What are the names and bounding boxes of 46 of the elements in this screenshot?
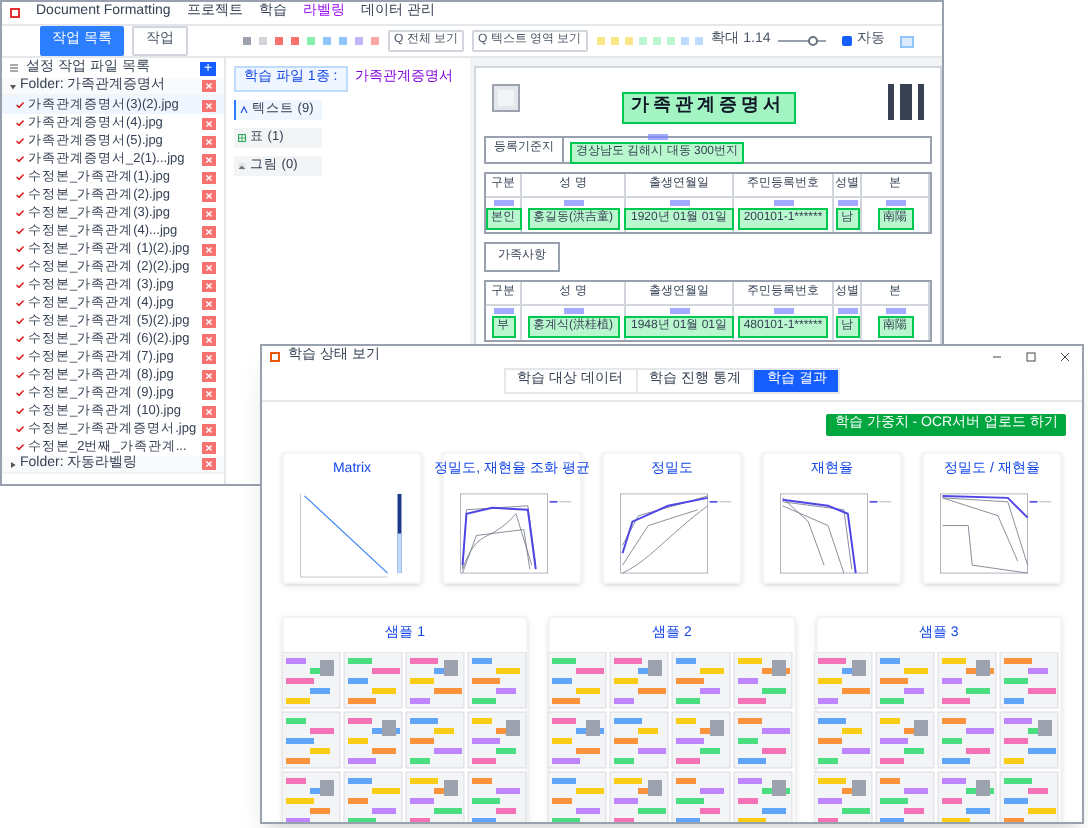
delete-icon xyxy=(202,405,216,417)
label-tag xyxy=(837,199,857,205)
delete-icon xyxy=(202,423,216,435)
delete-icon xyxy=(202,279,216,291)
slider-thumb[interactable] xyxy=(807,36,818,46)
delete-icon xyxy=(202,117,216,129)
delete-icon xyxy=(202,387,216,399)
delete-icon xyxy=(202,225,216,237)
delete-icon xyxy=(202,333,216,345)
list-icon xyxy=(10,64,18,72)
delete-icon xyxy=(202,261,216,273)
stamp-drawing xyxy=(492,84,520,112)
label-tag xyxy=(563,307,583,313)
text-icon xyxy=(240,105,248,113)
delete-icon xyxy=(202,171,216,183)
app-icon xyxy=(270,351,280,362)
label-tag xyxy=(885,199,905,205)
label-tag xyxy=(493,307,513,313)
label-tag xyxy=(563,199,583,205)
maximize-icon xyxy=(1026,351,1036,362)
delete-icon xyxy=(202,351,216,363)
app-icon xyxy=(10,8,20,18)
label-tag xyxy=(493,199,513,205)
delete-icon xyxy=(202,207,216,219)
label-tag xyxy=(669,307,689,313)
delete-icon xyxy=(202,297,216,309)
delete-icon xyxy=(202,153,216,165)
auto-checkbox[interactable] xyxy=(842,36,853,46)
delete-icon xyxy=(202,243,216,255)
label-tag xyxy=(885,307,905,313)
delete-icon xyxy=(202,99,216,111)
close-icon xyxy=(1060,351,1070,362)
minimize-icon xyxy=(992,351,1002,362)
delete-icon xyxy=(202,315,216,327)
label-tag xyxy=(773,307,793,313)
delete-icon xyxy=(202,189,216,201)
image-icon xyxy=(238,161,246,169)
label-tag xyxy=(669,199,689,205)
delete-icon xyxy=(202,369,216,381)
window-icon xyxy=(900,35,915,47)
label-tag xyxy=(837,307,857,313)
delete-icon xyxy=(202,135,216,147)
table-icon xyxy=(238,133,246,141)
label-tag xyxy=(647,134,667,140)
document-title: 가족관계증명서 xyxy=(621,92,795,123)
label-tag xyxy=(773,199,793,205)
